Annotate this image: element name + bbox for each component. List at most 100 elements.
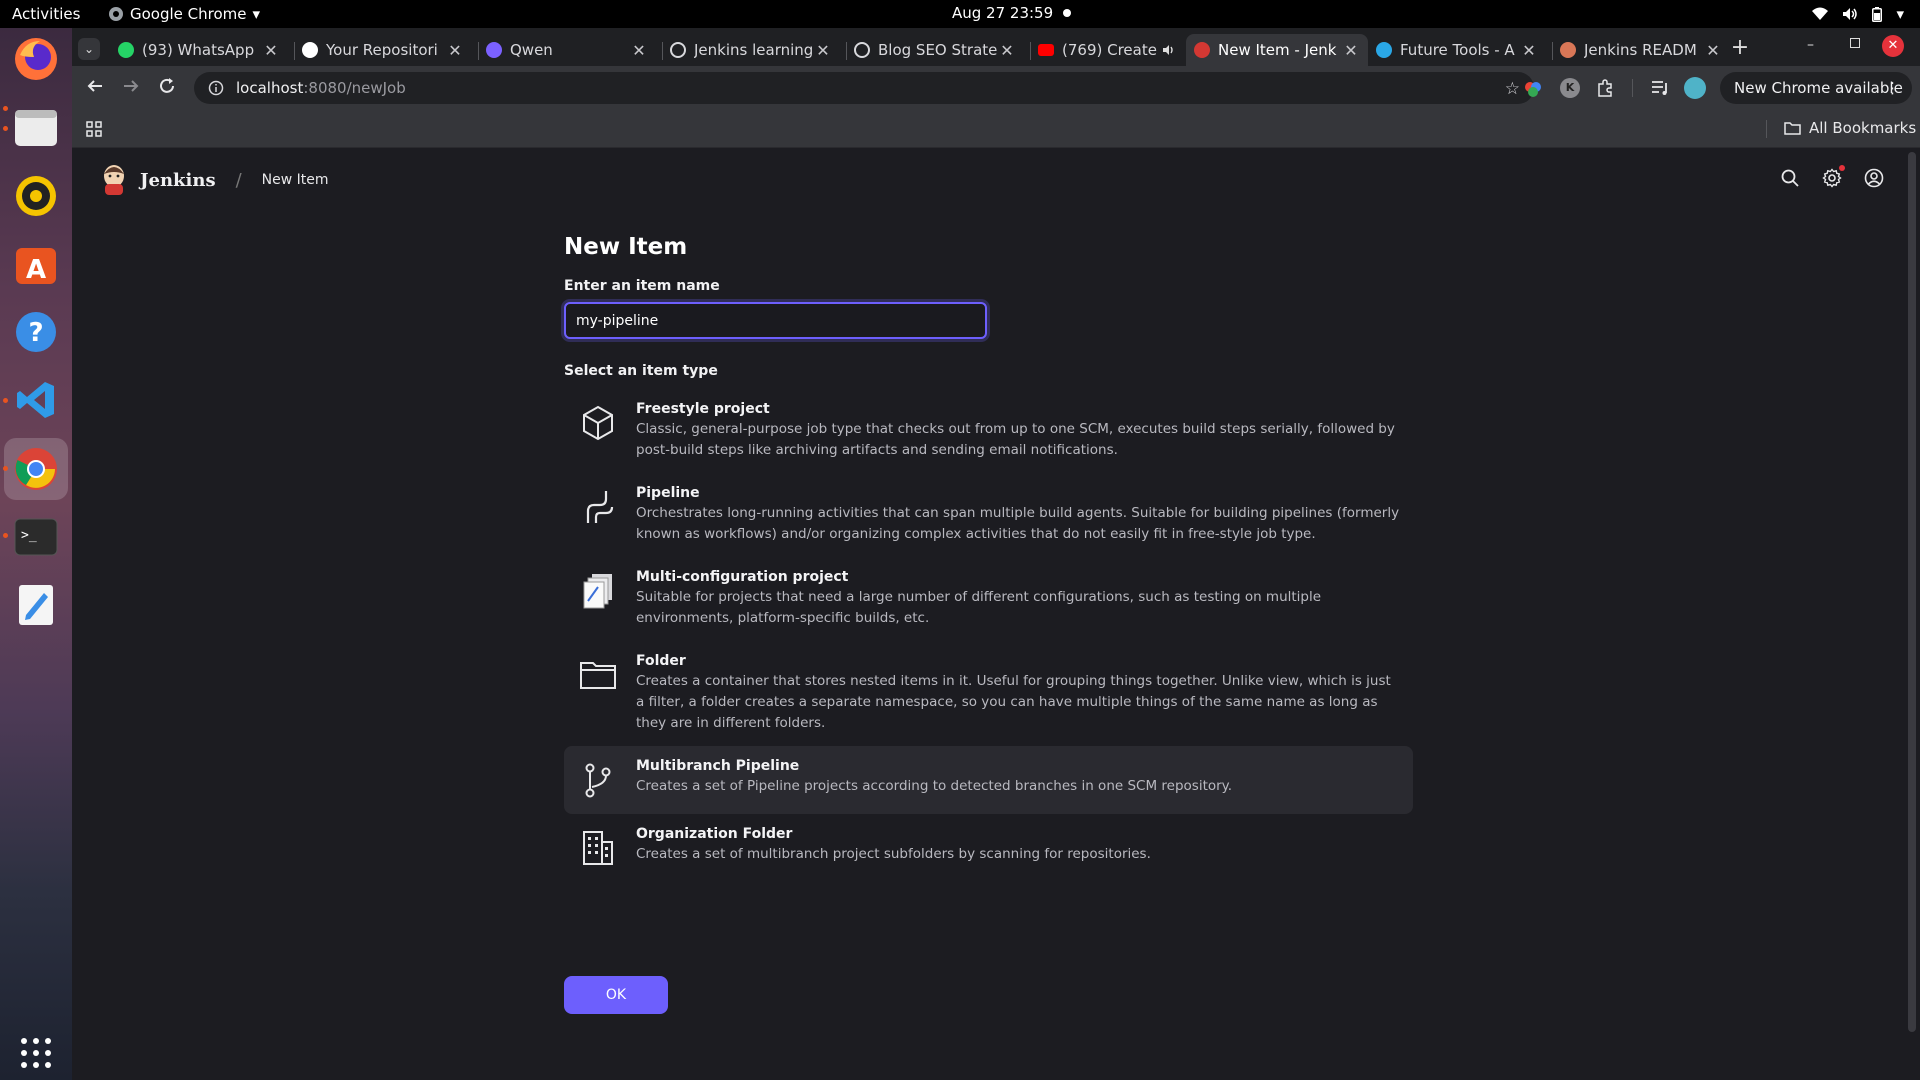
jenkins-logo-icon[interactable] — [100, 164, 128, 196]
item-type-name: Organization Folder — [636, 826, 793, 842]
dock-running-indicator — [3, 398, 8, 403]
item-type-freestyle[interactable]: Freestyle project Classic, general-purpo… — [564, 389, 1413, 473]
freestyle-icon — [578, 403, 618, 443]
clock[interactable]: Aug 27 23:59 — [952, 4, 1072, 22]
files-icon[interactable] — [11, 102, 61, 152]
header-actions — [1780, 165, 1884, 188]
bookmark-star-icon[interactable]: ☆ — [1505, 79, 1520, 99]
dock-running-indicator — [3, 106, 8, 111]
audio-playing-icon[interactable] — [1162, 44, 1176, 56]
claude-icon — [1560, 42, 1576, 58]
browser-chrome: ⌄ (93) WhatsApp ✕ Your Repositori ✕ Qwen… — [72, 28, 1920, 148]
close-icon[interactable]: ✕ — [814, 41, 832, 60]
tab-whatsapp[interactable]: (93) WhatsApp ✕ — [110, 34, 288, 66]
close-icon[interactable]: ✕ — [998, 41, 1016, 60]
tab-jenkins-readme[interactable]: Jenkins READM ✕ — [1552, 34, 1730, 66]
bookmarks-divider — [1766, 120, 1767, 138]
close-icon[interactable]: ✕ — [1342, 41, 1360, 60]
notification-badge — [1839, 165, 1845, 171]
new-chrome-available-button[interactable]: New Chrome available ⋮ — [1720, 72, 1912, 104]
url-host: localhost — [236, 79, 304, 97]
openai-icon — [854, 42, 870, 58]
user-avatar-icon[interactable] — [1684, 77, 1706, 99]
kebab-menu-icon: ⋮ — [1885, 79, 1900, 97]
maximize-icon[interactable] — [1850, 38, 1860, 48]
tab-new-item-active[interactable]: New Item - Jenk ✕ — [1186, 34, 1368, 66]
tab-future-tools[interactable]: Future Tools - A ✕ — [1368, 34, 1546, 66]
firefox-icon[interactable] — [11, 34, 61, 84]
tab-qwen[interactable]: Qwen ✕ — [478, 34, 656, 66]
item-type-description: Creates a set of multibranch project sub… — [636, 846, 1151, 862]
multiconfig-icon — [578, 571, 618, 611]
tab-search-chevron-icon[interactable]: ⌄ — [78, 38, 100, 60]
user-account-icon[interactable] — [1864, 168, 1884, 188]
item-type-folder[interactable]: Folder Creates a container that stores n… — [564, 641, 1413, 746]
extensions-puzzle-icon[interactable] — [1596, 78, 1616, 98]
caret-down-icon: ▾ — [252, 5, 261, 23]
profile-k-icon[interactable]: K — [1560, 78, 1580, 98]
item-type-multibranch-pipeline[interactable]: Multibranch Pipeline Creates a set of Pi… — [564, 746, 1413, 814]
breadcrumb-new-item[interactable]: New Item — [262, 172, 329, 188]
close-icon[interactable]: ✕ — [1520, 41, 1538, 60]
close-icon[interactable]: ✕ — [1704, 41, 1722, 60]
svg-text:>_: >_ — [21, 528, 37, 543]
show-apps-grid-icon[interactable] — [11, 1028, 61, 1078]
window-close-icon[interactable]: ✕ — [1882, 35, 1904, 57]
building-icon — [578, 828, 618, 868]
qwen-icon — [486, 42, 502, 58]
tab-github[interactable]: Your Repositori ✕ — [294, 34, 472, 66]
openai-icon — [670, 42, 686, 58]
item-type-multi-configuration[interactable]: Multi-configuration project Suitable for… — [564, 557, 1413, 641]
back-icon[interactable] — [86, 77, 104, 95]
item-type-label: Select an item type — [564, 363, 718, 379]
new-tab-plus-icon[interactable]: + — [1726, 34, 1754, 62]
text-editor-icon[interactable] — [11, 580, 61, 630]
item-type-organization-folder[interactable]: Organization Folder Creates a set of mul… — [564, 814, 1413, 882]
ok-button[interactable]: OK — [564, 976, 668, 1014]
tab-strip: ⌄ (93) WhatsApp ✕ Your Repositori ✕ Qwen… — [72, 28, 1920, 66]
apps-grid-icon[interactable] — [86, 121, 102, 137]
item-type-pipeline[interactable]: Pipeline Orchestrates long-running activ… — [564, 473, 1413, 557]
colorful-extension-icon[interactable] — [1524, 80, 1542, 98]
dock: A ? >_ — [0, 28, 72, 1080]
gnome-top-bar: Activities Google Chrome ▾ Aug 27 23:59 … — [0, 0, 1920, 28]
close-icon[interactable]: ✕ — [446, 41, 464, 60]
close-icon[interactable]: ✕ — [262, 41, 280, 60]
svg-text:?: ? — [28, 318, 43, 348]
datetime: Aug 27 23:59 — [952, 4, 1054, 22]
tab-youtube[interactable]: (769) Create ✕ — [1030, 34, 1208, 66]
folder-icon — [578, 655, 618, 695]
minimize-icon[interactable]: – — [1807, 37, 1814, 53]
jenkins-page: Jenkins / New Item New Item Enter an ite… — [72, 148, 1920, 1080]
chrome-icon[interactable] — [11, 444, 61, 494]
tab-blog-seo[interactable]: Blog SEO Strate ✕ — [846, 34, 1024, 66]
site-info-icon[interactable] — [208, 80, 224, 96]
item-type-name: Freestyle project — [636, 401, 770, 417]
terminal-icon[interactable]: >_ — [11, 512, 61, 562]
branch-icon — [578, 760, 618, 800]
chrome-small-icon — [108, 6, 124, 22]
item-type-name: Multibranch Pipeline — [636, 758, 800, 774]
vscode-icon[interactable] — [11, 375, 61, 425]
app-menu[interactable]: Google Chrome ▾ — [108, 5, 260, 23]
app-center-icon[interactable]: A — [11, 239, 61, 289]
toolbar-divider — [1632, 79, 1633, 97]
reload-icon[interactable] — [158, 77, 176, 95]
media-control-icon[interactable] — [1650, 79, 1670, 97]
help-icon[interactable]: ? — [11, 307, 61, 357]
rhythmbox-icon[interactable] — [11, 171, 61, 221]
activities-button[interactable]: Activities — [12, 5, 80, 23]
close-icon[interactable]: ✕ — [630, 41, 648, 60]
search-icon[interactable] — [1780, 168, 1800, 188]
system-menu-caret-icon: ▾ — [1896, 5, 1904, 23]
address-bar[interactable]: localhost :8080/newJob ☆ — [194, 72, 1534, 104]
settings-gear-icon[interactable] — [1822, 165, 1845, 188]
jenkins-home-link[interactable]: Jenkins — [140, 170, 216, 191]
all-bookmarks-button[interactable]: All Bookmarks — [1784, 119, 1916, 137]
page-scrollbar[interactable] — [1908, 152, 1916, 1032]
tab-jenkins-learning[interactable]: Jenkins learning ✕ — [662, 34, 840, 66]
system-tray[interactable]: ▾ — [1812, 5, 1904, 23]
dock-running-indicator — [3, 533, 8, 538]
forward-icon[interactable] — [122, 77, 140, 95]
item-name-input[interactable] — [564, 302, 987, 339]
